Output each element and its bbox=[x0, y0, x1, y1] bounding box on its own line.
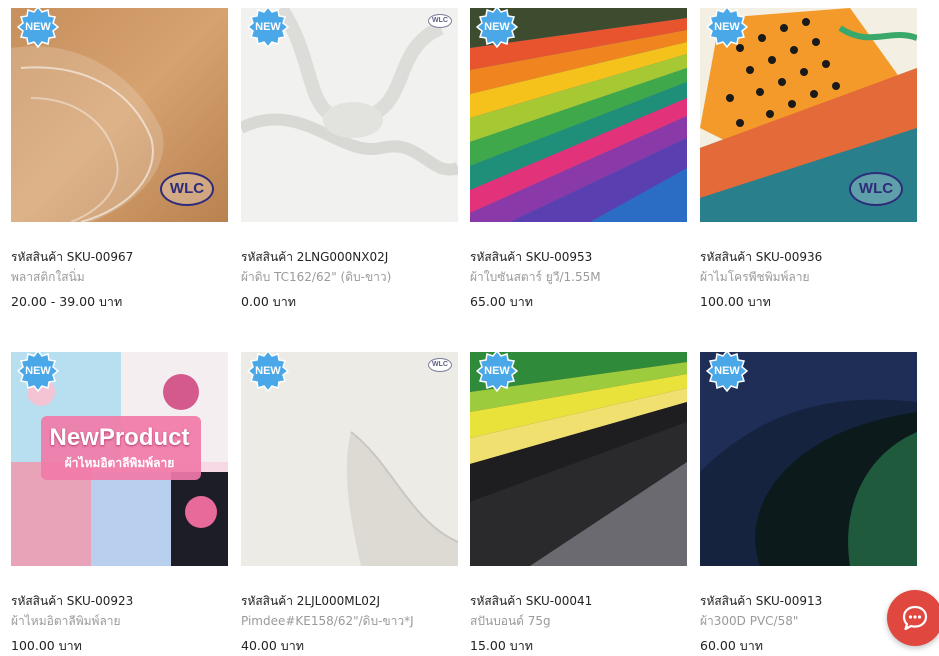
product-name[interactable]: Pimdee#KE158/62"/ดิบ-ขาว*J bbox=[241, 612, 414, 631]
product-name[interactable]: ผ้าไหมอิตาลีพิมพ์ลาย bbox=[11, 612, 121, 631]
product-price: 100.00 บาท bbox=[11, 638, 82, 653]
product-card[interactable]: NEW รหัสสินค้า SKU-00041 สปันบอนด์ 75g 1… bbox=[470, 352, 687, 653]
product-card[interactable]: NewProduct ผ้าไหมอิตาลีพิมพ์ลาย NEW รหัส… bbox=[11, 352, 228, 653]
brand-logo: WLC bbox=[428, 14, 452, 28]
product-price: 40.00 บาท bbox=[241, 638, 304, 653]
product-price: 0.00 บาท bbox=[241, 294, 296, 309]
product-sku: รหัสสินค้า SKU-00936 bbox=[700, 250, 823, 264]
new-badge: NEW bbox=[17, 8, 59, 48]
product-card[interactable]: NEW WLC รหัสสินค้า 2LJL000ML02J Pimdee#K… bbox=[241, 352, 458, 653]
new-badge: NEW bbox=[706, 352, 748, 392]
product-price: 15.00 บาท bbox=[470, 638, 533, 653]
new-badge: NEW bbox=[476, 8, 518, 48]
product-sku: รหัสสินค้า SKU-00913 bbox=[700, 594, 823, 608]
product-name[interactable]: ผ้าใบซันสตาร์ ยูวี/1.55M bbox=[470, 268, 601, 287]
product-name[interactable]: ผ้าดิบ TC162/62" (ดิบ-ขาว) bbox=[241, 268, 391, 287]
product-price: 65.00 บาท bbox=[470, 294, 533, 309]
product-card[interactable]: NEW WLC รหัสสินค้า SKU-00967 พลาสติกใสนิ… bbox=[11, 8, 228, 309]
product-sku: รหัสสินค้า SKU-00953 bbox=[470, 250, 593, 264]
product-card[interactable]: NEW รหัสสินค้า SKU-00953 ผ้าใบซันสตาร์ ย… bbox=[470, 8, 687, 309]
product-card[interactable]: NEW รหัสสินค้า SKU-00913 ผ้า300D PVC/58"… bbox=[700, 352, 917, 653]
product-grid: NEW WLC รหัสสินค้า SKU-00967 พลาสติกใสนิ… bbox=[0, 0, 939, 655]
product-name[interactable]: สปันบอนด์ 75g bbox=[470, 612, 551, 631]
product-sku: รหัสสินค้า SKU-00041 bbox=[470, 594, 593, 608]
product-sku: รหัสสินค้า 2LJL000ML02J bbox=[241, 594, 381, 608]
product-card[interactable]: NEW WLC รหัสสินค้า 2LNG000NX02J ผ้าดิบ T… bbox=[241, 8, 458, 309]
product-price: 60.00 บาท bbox=[700, 638, 763, 653]
brand-logo: WLC bbox=[428, 358, 452, 372]
new-badge: NEW bbox=[247, 8, 289, 48]
product-card[interactable]: NEW WLC รหัสสินค้า SKU-00936 ผ้าไมโครพีช… bbox=[700, 8, 917, 309]
new-badge: NEW bbox=[476, 352, 518, 392]
product-price: 20.00 - 39.00 บาท bbox=[11, 294, 123, 309]
brand-logo: WLC bbox=[849, 172, 903, 206]
product-image[interactable]: NEW bbox=[470, 8, 687, 222]
product-price: 100.00 บาท bbox=[700, 294, 771, 309]
new-badge: NEW bbox=[247, 352, 289, 392]
product-image[interactable]: NEW bbox=[470, 352, 687, 566]
new-badge: NEW bbox=[706, 8, 748, 48]
brand-logo: WLC bbox=[160, 172, 214, 206]
new-product-banner-title: NewProduct bbox=[49, 424, 190, 451]
product-name[interactable]: ผ้าไมโครพีชพิมพ์ลาย bbox=[700, 268, 810, 287]
product-image[interactable]: NEW WLC bbox=[700, 8, 917, 222]
product-sku: รหัสสินค้า SKU-00923 bbox=[11, 594, 134, 608]
chat-button[interactable] bbox=[887, 590, 939, 646]
product-image[interactable]: NewProduct ผ้าไหมอิตาลีพิมพ์ลาย NEW bbox=[11, 352, 228, 566]
product-sku: รหัสสินค้า 2LNG000NX02J bbox=[241, 250, 389, 264]
product-name[interactable]: พลาสติกใสนิ่ม bbox=[11, 268, 85, 287]
product-name[interactable]: ผ้า300D PVC/58" bbox=[700, 612, 798, 631]
product-sku: รหัสสินค้า SKU-00967 bbox=[11, 250, 134, 264]
product-image[interactable]: NEW WLC bbox=[11, 8, 228, 222]
product-image[interactable]: NEW WLC bbox=[241, 8, 458, 222]
chat-bubble-icon bbox=[902, 605, 928, 631]
product-image[interactable]: NEW bbox=[700, 352, 917, 566]
product-image[interactable]: NEW WLC bbox=[241, 352, 458, 566]
new-product-banner-subtitle: ผ้าไหมอิตาลีพิมพ์ลาย bbox=[64, 456, 175, 470]
new-badge: NEW bbox=[17, 352, 59, 392]
